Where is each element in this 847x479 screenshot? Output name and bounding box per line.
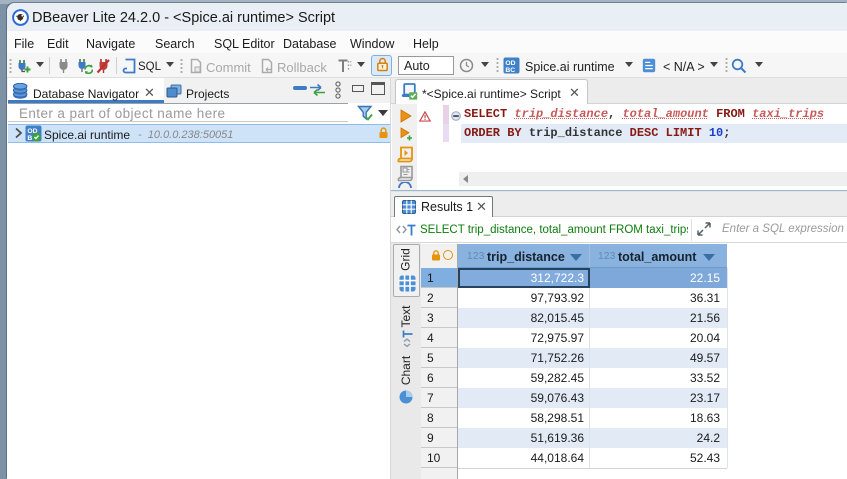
svg-text:OD: OD xyxy=(505,60,515,67)
svg-text:BC: BC xyxy=(505,67,515,74)
svg-text:B: B xyxy=(27,135,32,142)
